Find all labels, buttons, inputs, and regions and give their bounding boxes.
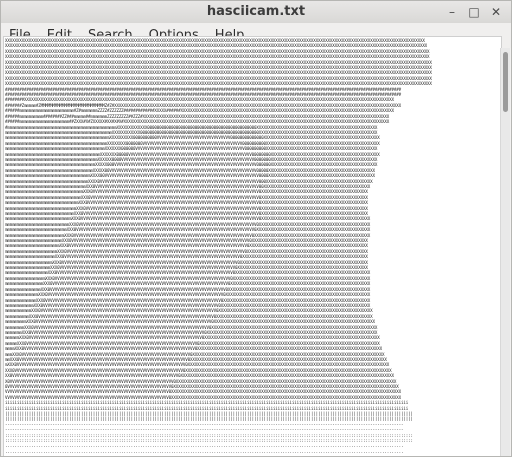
text-editor-area[interactable]: XXXXXXXXXXXXXXXXXXXXXXXXXXXXXXXXXXXXXXXX… bbox=[3, 36, 502, 456]
window-title: hasciicam.txt bbox=[206, 4, 306, 19]
maximize-icon[interactable]: □ bbox=[467, 5, 481, 19]
vertical-scrollbar[interactable] bbox=[500, 48, 510, 456]
app-window: hasciicam.txt – □ ✕ File Edit Search Opt… bbox=[0, 0, 512, 457]
scrollbar-thumb[interactable] bbox=[503, 52, 508, 112]
minimize-icon[interactable]: – bbox=[445, 5, 459, 19]
title-bar[interactable]: hasciicam.txt – □ ✕ bbox=[1, 1, 511, 24]
close-icon[interactable]: ✕ bbox=[489, 5, 503, 19]
ascii-content: XXXXXXXXXXXXXXXXXXXXXXXXXXXXXXXXXXXXXXXX… bbox=[5, 38, 432, 454]
